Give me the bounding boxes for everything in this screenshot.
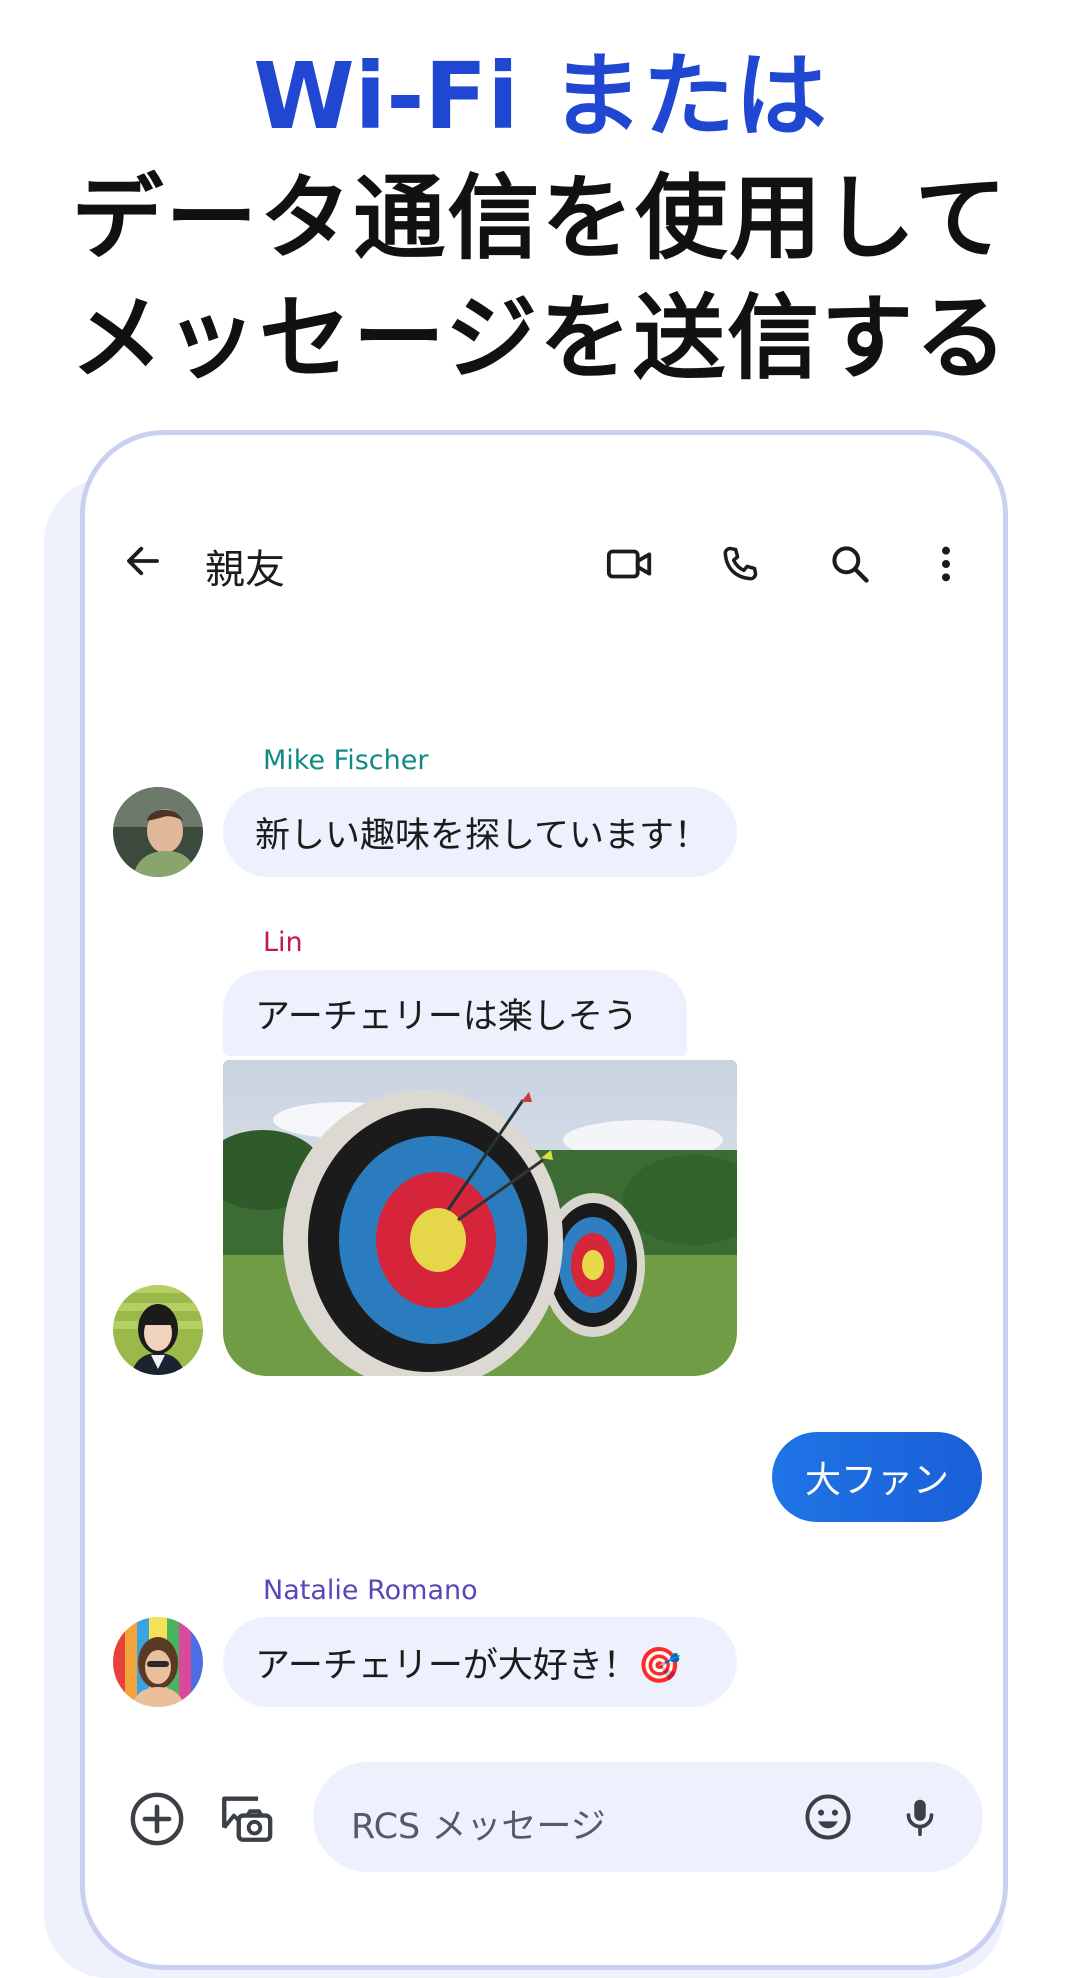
- sender-name-mike: Mike Fischer: [263, 745, 429, 776]
- headline-line-3: メッセージを送信する: [70, 285, 1010, 392]
- headline-line-2: データ通信を使用して: [71, 165, 1009, 272]
- search-icon[interactable]: [815, 529, 885, 599]
- message-composer[interactable]: RCS メッセージ: [313, 1762, 983, 1872]
- avatar-natalie[interactable]: [113, 1617, 203, 1707]
- add-icon[interactable]: [125, 1787, 189, 1851]
- phone-frame: 親友 Mike Fischer 新しい趣味を探しています！ Lin アーチェリー…: [80, 430, 1008, 1970]
- message-bubble-natalie[interactable]: アーチェリーが大好き！🎯: [223, 1617, 737, 1707]
- gallery-icon[interactable]: [213, 1785, 279, 1851]
- phone-icon[interactable]: [705, 529, 775, 599]
- large-target-shape: [283, 1090, 563, 1376]
- message-bubble-lin[interactable]: アーチェリーは楽しそう: [223, 970, 687, 1056]
- message-bubble-mike[interactable]: 新しい趣味を探しています！: [223, 787, 737, 877]
- sender-name-lin: Lin: [263, 927, 303, 958]
- emoji-icon[interactable]: [797, 1786, 859, 1848]
- composer-input[interactable]: RCS メッセージ: [351, 1798, 606, 1849]
- video-call-icon[interactable]: [595, 529, 665, 599]
- sender-name-natalie: Natalie Romano: [263, 1575, 478, 1606]
- mic-icon[interactable]: [889, 1786, 951, 1848]
- avatar-mike[interactable]: [113, 787, 203, 877]
- back-arrow-icon[interactable]: [113, 531, 173, 591]
- more-vert-icon[interactable]: [921, 529, 971, 599]
- avatar-lin[interactable]: [113, 1285, 203, 1375]
- headline-line-1: Wi-Fi または: [253, 43, 827, 150]
- message-bubble-outgoing[interactable]: 大ファン: [772, 1432, 982, 1522]
- archery-target-photo[interactable]: [223, 1060, 737, 1376]
- conversation-title: 親友: [205, 547, 285, 593]
